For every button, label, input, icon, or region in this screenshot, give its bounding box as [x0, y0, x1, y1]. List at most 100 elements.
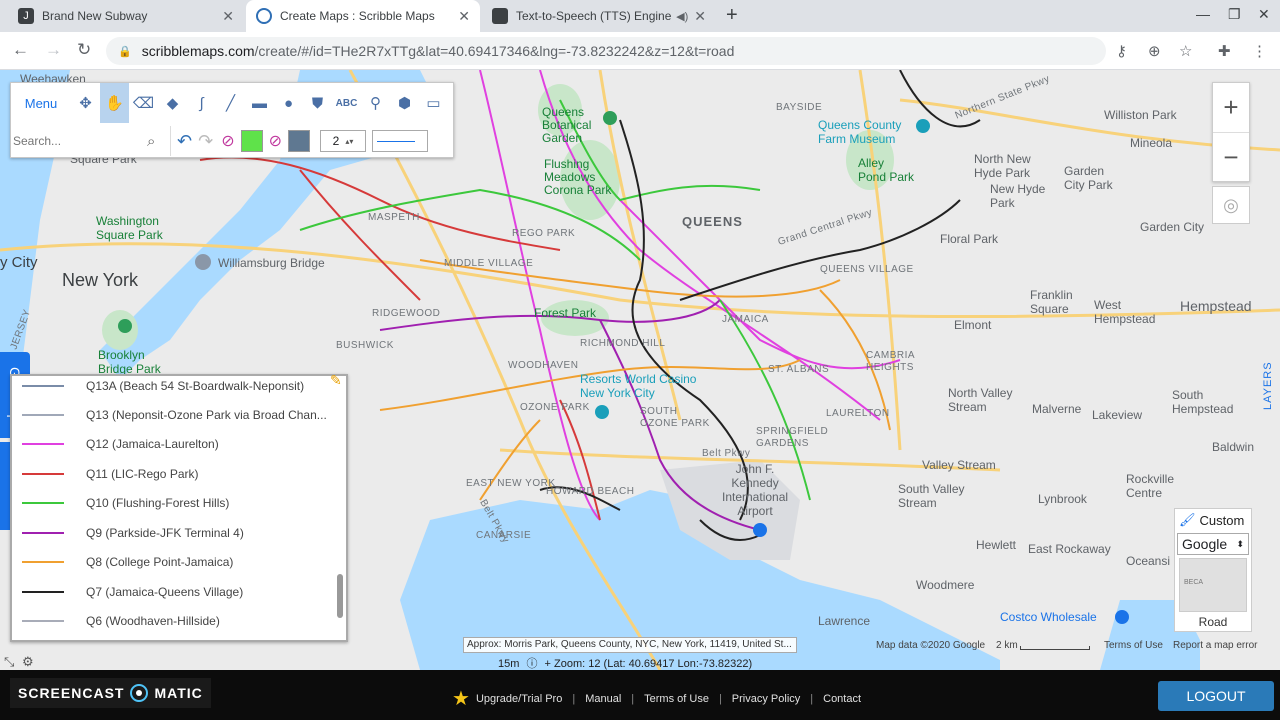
- reload-icon[interactable]: ↻: [77, 40, 91, 60]
- map-label: WOODHAVEN: [508, 360, 579, 371]
- map-label: RICHMOND HILL: [580, 338, 666, 349]
- map-label: Lynbrook: [1038, 492, 1087, 506]
- info-icon[interactable]: ⓘ: [526, 658, 537, 670]
- legend-item[interactable]: Q13A (Beach 54 St-Boardwalk-Neponsit): [22, 376, 304, 396]
- divider: |: [631, 692, 635, 705]
- road-thumbnail[interactable]: BECA: [1179, 558, 1247, 612]
- locate-icon[interactable]: ◎: [1212, 186, 1250, 224]
- logout-button[interactable]: LOGOUT: [1158, 681, 1274, 711]
- jamboard-icon: J: [18, 8, 34, 24]
- more-icon[interactable]: ⋮: [1252, 42, 1267, 60]
- report-error-link[interactable]: Report a map error: [1173, 640, 1257, 651]
- legend-item[interactable]: Q7 (Jamaica-Queens Village): [22, 582, 243, 602]
- menu-button[interactable]: Menu: [11, 96, 71, 111]
- stroke-color-icon[interactable]: ⊘: [221, 131, 234, 151]
- map-label: Oceansi: [1126, 554, 1171, 568]
- marker-icon[interactable]: ⚲: [361, 83, 390, 123]
- record-icon: [130, 684, 149, 702]
- legend-item[interactable]: Q10 (Flushing-Forest Hills): [22, 493, 229, 513]
- move-icon[interactable]: ✥: [71, 83, 100, 123]
- fill-color-icon[interactable]: ⊘: [269, 131, 282, 151]
- shape-3d-icon[interactable]: ⬢: [390, 83, 419, 123]
- legend-swatch: [22, 502, 64, 504]
- add-icon[interactable]: ⊕: [1148, 42, 1161, 60]
- contact-link[interactable]: Contact: [823, 693, 861, 705]
- back-icon[interactable]: ←: [12, 40, 29, 60]
- forward-icon[interactable]: →: [45, 40, 62, 60]
- url-path: /create/#/id=THe2R7xTTg&lat=40.69417346&…: [254, 43, 735, 59]
- new-tab-button[interactable]: +: [726, 4, 738, 27]
- close-icon[interactable]: ✕: [458, 8, 470, 25]
- zoom-out-button[interactable]: −: [1213, 133, 1249, 182]
- upgrade-link[interactable]: Upgrade/Trial Pro: [476, 693, 562, 705]
- rectangle-icon[interactable]: ▬: [245, 83, 274, 123]
- bottom-left-tools: ⤡ ⚙: [4, 654, 34, 670]
- legend-item[interactable]: Q8 (College Point-Jamaica): [22, 552, 233, 572]
- legend-item[interactable]: Q6 (Woodhaven-Hillside): [22, 611, 220, 631]
- image-icon[interactable]: ▭: [419, 83, 448, 123]
- map-label: Malverne: [1032, 402, 1082, 416]
- redo-icon[interactable]: ↷: [198, 131, 213, 152]
- polygon-icon[interactable]: ⛊: [303, 83, 332, 123]
- key-icon[interactable]: ⚷: [1116, 42, 1127, 60]
- zoom-in-button[interactable]: +: [1213, 83, 1249, 132]
- eraser-icon[interactable]: ⌫: [129, 83, 158, 123]
- map-label: REGO PARK: [512, 228, 576, 239]
- line-width-stepper[interactable]: 2 ▴▾: [320, 130, 366, 152]
- minimize-icon[interactable]: —: [1196, 6, 1210, 22]
- settings-gear-icon[interactable]: ⚙: [22, 654, 34, 669]
- stroke-color-swatch[interactable]: [288, 130, 310, 152]
- legend-item[interactable]: Q12 (Jamaica-Laurelton): [22, 434, 219, 454]
- pan-hand-icon[interactable]: ✋: [100, 83, 129, 123]
- stepper-arrows-icon[interactable]: ▴▾: [345, 137, 353, 146]
- custom-map-button[interactable]: 🖌 Custom: [1175, 509, 1251, 531]
- legend-scrollbar[interactable]: [337, 574, 343, 618]
- restore-icon[interactable]: ❐: [1228, 6, 1241, 23]
- tab-tts-engine[interactable]: Text-to-Speech (TTS) Engine ◀) ✕: [482, 0, 716, 32]
- line-style-select[interactable]: [372, 130, 428, 152]
- map-label: Rockville Centre: [1126, 472, 1175, 500]
- tab-brand-new-subway[interactable]: J Brand New Subway ✕: [8, 0, 244, 32]
- line-icon[interactable]: ╱: [216, 83, 245, 123]
- map-provider-select[interactable]: Google ⬍: [1177, 533, 1249, 555]
- divider: |: [572, 692, 576, 705]
- url-field[interactable]: 🔒 scribblemaps.com/create/#/id=THe2R7xTT…: [106, 37, 1106, 65]
- map-label: Mineola: [1130, 136, 1173, 150]
- legend-swatch: [22, 591, 64, 593]
- circle-icon[interactable]: ●: [274, 83, 303, 123]
- manual-link[interactable]: Manual: [585, 693, 621, 705]
- extensions-icon[interactable]: ✚: [1218, 42, 1231, 60]
- map-label: SOUTH OZONE PARK: [640, 406, 710, 429]
- close-icon[interactable]: ✕: [222, 8, 234, 25]
- legend-swatch: [22, 532, 64, 534]
- map-label: MASPETH: [368, 212, 420, 223]
- map-label: Lakeview: [1092, 408, 1143, 422]
- tab-scribble-maps[interactable]: Create Maps : Scribble Maps ✕: [246, 0, 480, 32]
- legend-item[interactable]: Q13 (Neponsit-Ozone Park via Broad Chan.…: [22, 405, 327, 425]
- legend-panel: Q13A (Beach 54 St-Boardwalk-Neponsit) Q1…: [10, 374, 348, 642]
- pencil-icon[interactable]: ✎: [330, 372, 342, 389]
- text-icon[interactable]: ABC: [332, 83, 361, 123]
- bookmark-star-icon[interactable]: ☆: [1179, 42, 1192, 60]
- fill-color-swatch[interactable]: [240, 130, 263, 152]
- speaker-icon: ◀): [676, 10, 689, 23]
- privacy-link[interactable]: Privacy Policy: [732, 693, 800, 705]
- logo-text-left: SCREENCAST: [18, 685, 125, 701]
- terms-link[interactable]: Terms of Use: [1104, 640, 1163, 651]
- map-search[interactable]: ⌕: [11, 126, 171, 156]
- divider: |: [718, 692, 722, 705]
- terms-of-use-link[interactable]: Terms of Use: [644, 693, 709, 705]
- url-host: scribblemaps.com: [141, 43, 255, 59]
- search-icon[interactable]: ⌕: [147, 133, 155, 150]
- close-icon[interactable]: ✕: [694, 8, 706, 25]
- legend-item[interactable]: Q11 (LIC-Rego Park): [22, 464, 198, 484]
- freehand-icon[interactable]: ∫: [187, 83, 216, 123]
- layers-tab[interactable]: LAYERS: [1262, 350, 1278, 410]
- fill-bucket-icon[interactable]: ◆: [158, 83, 187, 123]
- undo-icon[interactable]: ↶: [177, 131, 192, 152]
- fullscreen-icon[interactable]: ⤡: [4, 654, 14, 669]
- window-close-icon[interactable]: ✕: [1258, 6, 1270, 23]
- legend-item[interactable]: Q9 (Parkside-JFK Terminal 4): [22, 523, 244, 543]
- browser-tabbar: J Brand New Subway ✕ Create Maps : Scrib…: [0, 0, 1280, 32]
- search-input[interactable]: [13, 134, 147, 148]
